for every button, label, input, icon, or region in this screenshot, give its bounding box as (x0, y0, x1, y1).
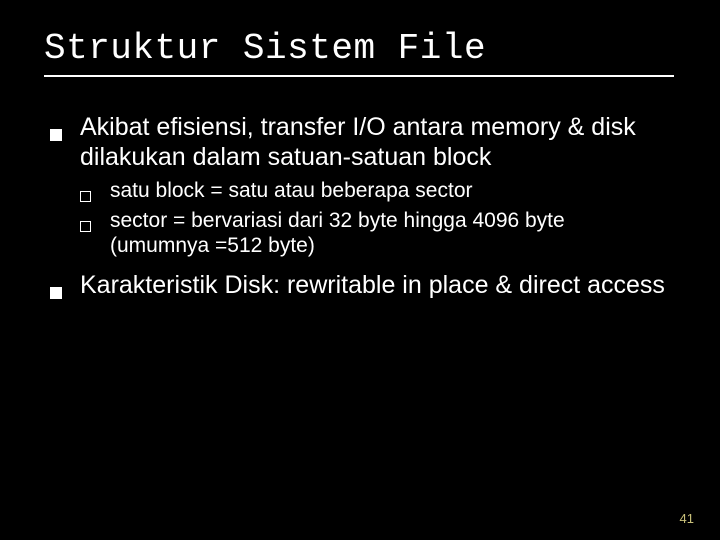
list-item: sector = bervariasi dari 32 byte hingga … (80, 208, 666, 259)
bullet-text: sector = bervariasi dari 32 byte hingga … (110, 209, 565, 258)
list-item: satu block = satu atau beberapa sector (80, 178, 666, 204)
title-underline (44, 75, 674, 77)
slide: Struktur Sistem File Akibat efisiensi, t… (0, 0, 720, 540)
square-open-bullet-icon (80, 183, 91, 209)
square-open-bullet-icon (80, 213, 91, 239)
bullet-text: Karakteristik Disk: rewritable in place … (80, 271, 665, 299)
square-bullet-icon (50, 277, 62, 307)
page-number: 41 (680, 511, 694, 526)
bullet-text: Akibat efisiensi, transfer I/O antara me… (80, 113, 636, 171)
bullet-text: satu block = satu atau beberapa sector (110, 179, 473, 202)
bullet-list: Akibat efisiensi, transfer I/O antara me… (50, 113, 666, 300)
content-area: Akibat efisiensi, transfer I/O antara me… (44, 113, 676, 300)
sub-bullet-list: satu block = satu atau beberapa sector s… (80, 178, 666, 259)
square-bullet-icon (50, 119, 62, 149)
list-item: Akibat efisiensi, transfer I/O antara me… (50, 113, 666, 259)
title-block: Struktur Sistem File (44, 28, 676, 85)
slide-title: Struktur Sistem File (44, 28, 676, 69)
list-item: Karakteristik Disk: rewritable in place … (50, 271, 666, 301)
